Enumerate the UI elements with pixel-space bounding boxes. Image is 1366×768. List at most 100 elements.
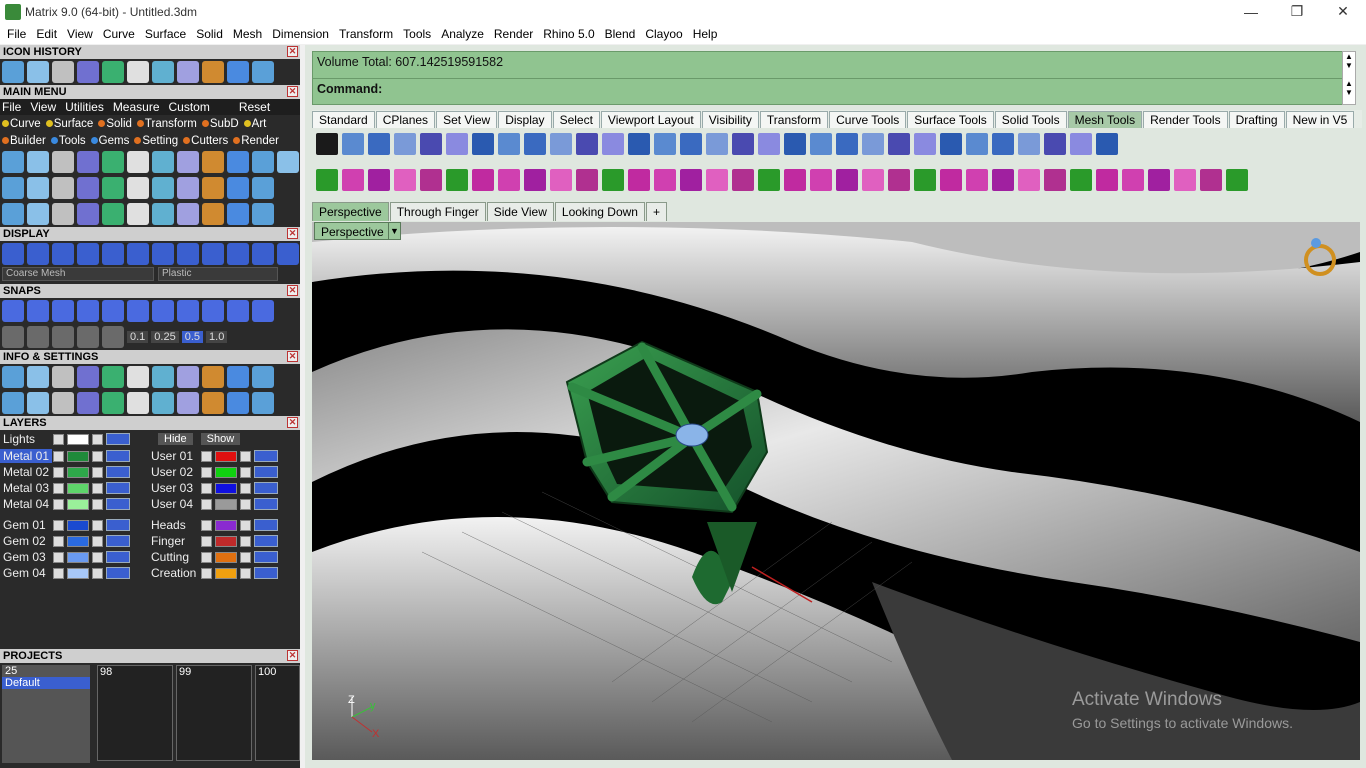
tool-icon[interactable] [177,177,199,199]
category-item[interactable]: Solid [98,118,132,130]
snap-value[interactable]: 1.0 [206,331,228,343]
info-icon[interactable] [77,366,99,388]
display-mode-icon[interactable] [277,243,299,265]
display-mode-icon[interactable] [177,243,199,265]
lock-icon[interactable] [240,551,251,563]
arrow-right-icon[interactable] [201,498,212,510]
arrow-right-icon[interactable] [201,482,212,494]
history-tool-icon[interactable] [52,61,74,83]
arrow-right-icon[interactable] [201,450,212,462]
lock-icon[interactable] [92,498,103,510]
layer-color-swatch[interactable] [67,482,89,494]
toolbar-icon[interactable] [914,169,936,191]
project-thumb[interactable]: 99 [176,665,252,761]
toolbar-tab[interactable]: Visibility [701,111,759,128]
toolbar-icon[interactable] [576,169,598,191]
lock-icon[interactable] [240,519,251,531]
layer-toggle[interactable] [106,433,130,445]
toolbar-tab[interactable]: Render Tools [1143,111,1228,128]
layer-name[interactable]: Gem 03 [0,550,52,564]
layer-color-swatch[interactable] [67,498,89,510]
layer-color-swatch[interactable] [67,519,89,531]
menu-item[interactable]: Tools [398,27,436,41]
info-icon[interactable] [152,366,174,388]
menu-item[interactable]: Blend [600,27,641,41]
info-icon[interactable] [52,366,74,388]
tool-icon[interactable] [127,151,149,173]
layer-row[interactable]: Finger [148,533,296,549]
layer-name[interactable]: Metal 03 [0,481,52,495]
tool-icon[interactable] [52,151,74,173]
lock-icon[interactable] [240,567,251,579]
history-tool-icon[interactable] [177,61,199,83]
mesh-tool-icon[interactable] [680,133,702,155]
tool-icon[interactable] [152,177,174,199]
layer-color-swatch[interactable] [67,466,89,478]
mesh-tool-icon[interactable] [342,133,364,155]
project-thumb[interactable]: 98 [97,665,173,761]
snap-icon[interactable] [27,300,49,322]
mesh-tool-icon[interactable] [706,133,728,155]
history-tool-icon[interactable] [152,61,174,83]
menu-item[interactable]: Solid [191,27,228,41]
snap-tool-icon[interactable] [2,326,24,348]
main-menu-item[interactable]: Utilities [65,100,104,114]
snap-icon[interactable] [102,300,124,322]
arrow-right-icon[interactable] [201,519,212,531]
project-thumb[interactable]: 100 [255,665,300,761]
toolbar-tab[interactable]: Transform [759,111,829,128]
display-mode-icon[interactable] [27,243,49,265]
tool-icon[interactable] [2,203,24,225]
display-mode-icon[interactable] [77,243,99,265]
layer-toggle[interactable] [106,519,130,531]
tool-icon[interactable] [52,203,74,225]
layer-name[interactable]: User 04 [148,497,200,511]
snap-icon[interactable] [127,300,149,322]
layer-toggle[interactable] [106,466,130,478]
menu-item[interactable]: Surface [140,27,191,41]
mesh-tool-icon[interactable] [394,133,416,155]
layer-color-swatch[interactable] [67,567,89,579]
info-icon[interactable] [252,366,274,388]
layer-row[interactable]: User 04 [148,496,296,512]
layer-color-swatch[interactable] [215,567,237,579]
display-mode-icon[interactable] [102,243,124,265]
toolbar-icon[interactable] [888,169,910,191]
layer-name[interactable]: User 01 [148,449,200,463]
close-icon[interactable]: ✕ [287,650,298,661]
mesh-tool-icon[interactable] [1070,133,1092,155]
menu-item[interactable]: Curve [98,27,140,41]
category-item[interactable]: Gems [90,135,129,147]
toolbar-icon[interactable] [524,169,546,191]
close-icon[interactable]: ✕ [287,285,298,296]
mesh-tool-icon[interactable] [966,133,988,155]
lock-icon[interactable] [92,567,103,579]
tool-icon[interactable] [77,203,99,225]
info-icon[interactable] [177,366,199,388]
layer-row[interactable]: Gem 04 [0,565,148,581]
layer-toggle[interactable] [106,450,130,462]
viewport-tab[interactable]: Perspective [312,202,389,221]
mesh-tool-icon[interactable] [472,133,494,155]
history-tool-icon[interactable] [252,61,274,83]
toolbar-icon[interactable] [368,169,390,191]
toolbar-tab[interactable]: Viewport Layout [600,111,701,128]
layer-toggle[interactable] [254,519,278,531]
lock-icon[interactable] [240,498,251,510]
toolbar-tab[interactable]: CPlanes [375,111,436,128]
tool-icon[interactable] [202,177,224,199]
snap-icon[interactable] [177,300,199,322]
menu-item[interactable]: Help [688,27,723,41]
layer-row[interactable]: Gem 03 [0,549,148,565]
layer-row[interactable]: Metal 02 [0,464,148,480]
layer-toggle[interactable] [106,551,130,563]
layer-color-swatch[interactable] [215,450,237,462]
snap-tool-icon[interactable] [27,326,49,348]
snap-icon[interactable] [252,300,274,322]
layer-toggle[interactable] [254,482,278,494]
info-icon[interactable] [127,366,149,388]
display-mode-icon[interactable] [227,243,249,265]
mesh-tool-icon[interactable] [1044,133,1066,155]
toolbar-icon[interactable] [810,169,832,191]
settings-icon[interactable] [27,392,49,414]
